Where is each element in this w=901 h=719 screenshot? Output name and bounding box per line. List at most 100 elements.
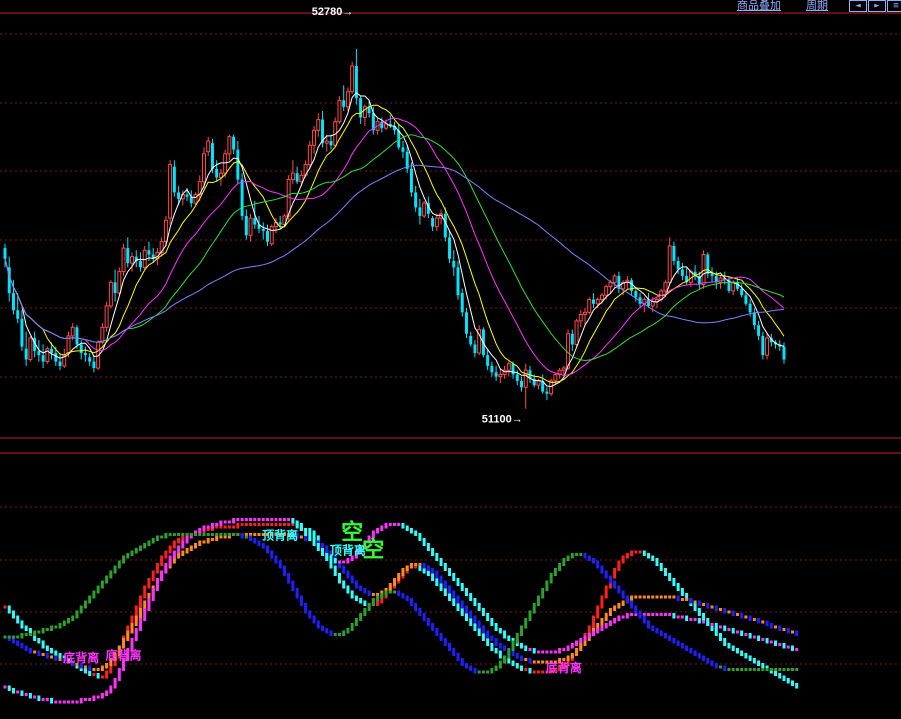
oscillator-mark — [663, 595, 667, 599]
candle-body — [75, 327, 79, 345]
oscillator-mark — [672, 578, 676, 586]
oscillator-mark — [194, 543, 198, 549]
oscillator-mark — [731, 645, 735, 651]
candle-body — [253, 218, 257, 225]
oscillator-mark — [50, 625, 54, 631]
oscillator-mark — [651, 625, 655, 631]
oscillator-mark — [58, 700, 62, 704]
oscillator-mark — [325, 553, 329, 559]
oscillator-mark — [795, 668, 799, 671]
oscillator-mark — [486, 630, 490, 639]
oscillator-mark — [634, 595, 638, 599]
oscillator-mark — [735, 613, 739, 616]
oscillator-mark — [312, 538, 316, 546]
oscillator-mark — [630, 600, 634, 609]
oscillator-mark — [714, 623, 718, 629]
oscillator-mark — [452, 598, 456, 606]
oscillator-mark — [625, 553, 629, 559]
oscillator-mark — [177, 545, 181, 554]
oscillator-mark — [418, 533, 422, 541]
oscillator-mark — [426, 543, 430, 551]
candle-body — [744, 295, 748, 304]
oscillator-mark — [456, 603, 460, 611]
oscillator-mark — [198, 528, 202, 534]
oscillator-mark — [45, 653, 49, 659]
oscillator-mark — [28, 633, 32, 636]
oscillator-mark — [321, 543, 325, 549]
oscillator-mark — [185, 533, 189, 536]
candle-body — [215, 168, 219, 178]
oscillator-mark — [524, 618, 528, 629]
oscillator-mark — [28, 648, 32, 654]
oscillator-mark — [287, 573, 291, 584]
oscillator-mark — [126, 630, 130, 641]
oscillator-mark — [41, 653, 45, 656]
oscillator-mark — [88, 670, 92, 676]
oscillator-mark — [486, 670, 490, 674]
oscillator-mark — [202, 540, 206, 544]
oscillator-mark — [333, 565, 337, 576]
oscillator-mark — [583, 553, 587, 559]
candle-body — [299, 174, 304, 183]
oscillator-mark — [481, 608, 485, 616]
candle-body — [553, 373, 558, 382]
oscillator-mark — [177, 538, 181, 544]
oscillator-mark — [503, 645, 507, 651]
oscillator-mark — [7, 605, 11, 614]
oscillator-mark — [405, 595, 409, 601]
candle-body — [710, 273, 714, 276]
oscillator-mark — [524, 668, 528, 671]
oscillator-mark — [545, 650, 549, 654]
oscillator-mark — [232, 518, 236, 524]
oscillator-mark — [443, 563, 447, 571]
oscillator-mark — [299, 595, 303, 606]
oscillator-mark — [202, 525, 206, 531]
candle-body — [464, 312, 468, 334]
oscillator-mark — [249, 518, 253, 521]
oscillator-mark — [460, 600, 464, 609]
candle-body — [177, 192, 181, 199]
oscillator-mark — [718, 665, 722, 669]
oscillator-mark — [676, 615, 680, 619]
oscillator-mark — [647, 553, 651, 559]
oscillator-mark — [443, 638, 447, 646]
candle-body — [761, 335, 765, 356]
oscillator-mark — [138, 608, 142, 619]
oscillator-mark — [536, 670, 540, 674]
oscillator-mark — [515, 663, 519, 669]
candle-body — [79, 344, 83, 354]
oscillator-mark — [388, 583, 392, 591]
oscillator-mark — [177, 533, 181, 536]
oscillator-mark — [634, 605, 638, 614]
oscillator-mark — [287, 523, 291, 526]
oscillator-mark — [498, 628, 502, 634]
oscillator-mark — [676, 595, 680, 601]
candle-body — [434, 217, 439, 228]
oscillator-mark — [473, 598, 477, 606]
oscillator-mark — [486, 613, 490, 621]
oscillator-mark — [384, 590, 388, 596]
oscillator-mark — [54, 700, 58, 704]
candle-body — [515, 374, 519, 381]
oscillator-mark — [384, 523, 388, 529]
oscillator-mark — [274, 523, 278, 526]
oscillator-mark — [28, 693, 32, 699]
oscillator-mark — [270, 523, 274, 526]
oscillator-mark — [541, 588, 545, 599]
oscillator-mark — [134, 548, 138, 554]
candle-body — [193, 194, 198, 204]
oscillator-mark — [642, 595, 646, 599]
oscillator-mark — [647, 620, 651, 629]
candle-body — [663, 281, 668, 292]
oscillator-mark — [477, 603, 481, 611]
oscillator-mark — [71, 700, 75, 704]
oscillator-mark — [723, 665, 727, 671]
oscillator-mark — [350, 575, 354, 584]
candle-body — [185, 194, 189, 197]
oscillator-mark — [668, 573, 672, 581]
oscillator-mark — [494, 638, 498, 646]
oscillator-mark — [672, 638, 676, 644]
oscillator-mark — [498, 660, 502, 669]
oscillator-mark — [761, 668, 765, 671]
oscillator-mark — [177, 553, 181, 559]
